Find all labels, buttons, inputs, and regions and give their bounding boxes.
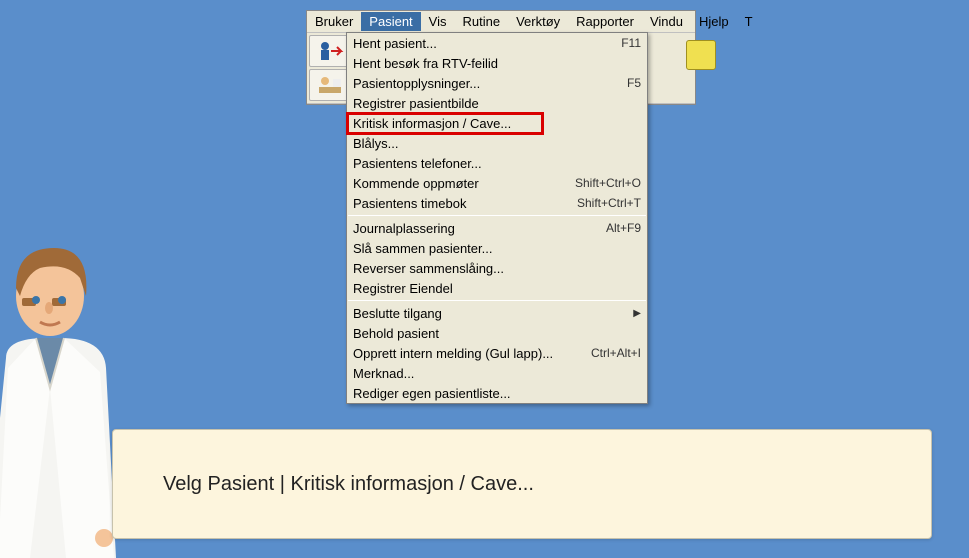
mi-hent-besok-rtv[interactable]: Hent besøk fra RTV-feilid [347,53,647,73]
instruction-text: Velg Pasient | Kritisk informasjon / Cav… [163,473,534,496]
menu-verktoy[interactable]: Verktøy [508,12,568,31]
menu-separator [348,215,646,216]
person-arrow-icon [315,39,345,63]
mi-reverser-sammenslaing[interactable]: Reverser sammenslåing... [347,258,647,278]
toolbar-pasient-desk[interactable] [309,69,351,101]
menubar: Bruker Pasient Vis Rutine Verktøy Rappor… [307,11,695,33]
menu-separator [348,300,646,301]
mi-registrer-pasientbilde[interactable]: Registrer pasientbilde [347,93,647,113]
dropdown-pasient: Hent pasient...F11 Hent besøk fra RTV-fe… [346,32,648,404]
menu-rutine[interactable]: Rutine [455,12,509,31]
mi-pasientens-telefoner[interactable]: Pasientens telefoner... [347,153,647,173]
mi-journalplassering[interactable]: JournalplasseringAlt+F9 [347,218,647,238]
submenu-arrow-icon: ▶ [633,308,641,319]
menu-vis[interactable]: Vis [421,12,455,31]
mi-sla-sammen-pasienter[interactable]: Slå sammen pasienter... [347,238,647,258]
menu-vindu[interactable]: Vindu [642,12,691,31]
mi-registrer-eiendel[interactable]: Registrer Eiendel [347,278,647,298]
mi-hent-pasient[interactable]: Hent pasient...F11 [347,33,647,53]
mi-pasientopplysninger[interactable]: Pasientopplysninger...F5 [347,73,647,93]
menu-bruker[interactable]: Bruker [307,12,361,31]
mi-behold-pasient[interactable]: Behold pasient [347,323,647,343]
menu-hjelp[interactable]: Hjelp [691,12,737,31]
menu-rapporter[interactable]: Rapporter [568,12,642,31]
toolbar-yellow-button[interactable] [686,40,716,70]
mi-blalys[interactable]: Blålys... [347,133,647,153]
mi-beslutte-tilgang[interactable]: Beslutte tilgang▶ [347,303,647,323]
mi-pasientens-timebok[interactable]: Pasientens timebokShift+Ctrl+T [347,193,647,213]
menu-pasient[interactable]: Pasient [361,12,420,31]
mi-opprett-intern-melding[interactable]: Opprett intern melding (Gul lapp)...Ctrl… [347,343,647,363]
menu-truncated[interactable]: T [737,12,761,31]
mi-rediger-egen-pasientliste[interactable]: Rediger egen pasientliste... [347,383,647,403]
mi-merknad[interactable]: Merknad... [347,363,647,383]
mi-kritisk-informasjon-cave[interactable]: Kritisk informasjon / Cave... [347,113,647,133]
person-desk-icon [315,73,345,97]
toolbar-hent-pasient[interactable] [309,35,351,67]
mi-kommende-oppmoter[interactable]: Kommende oppmøterShift+Ctrl+O [347,173,647,193]
instruction-callout: Velg Pasient | Kritisk informasjon / Cav… [112,429,932,539]
